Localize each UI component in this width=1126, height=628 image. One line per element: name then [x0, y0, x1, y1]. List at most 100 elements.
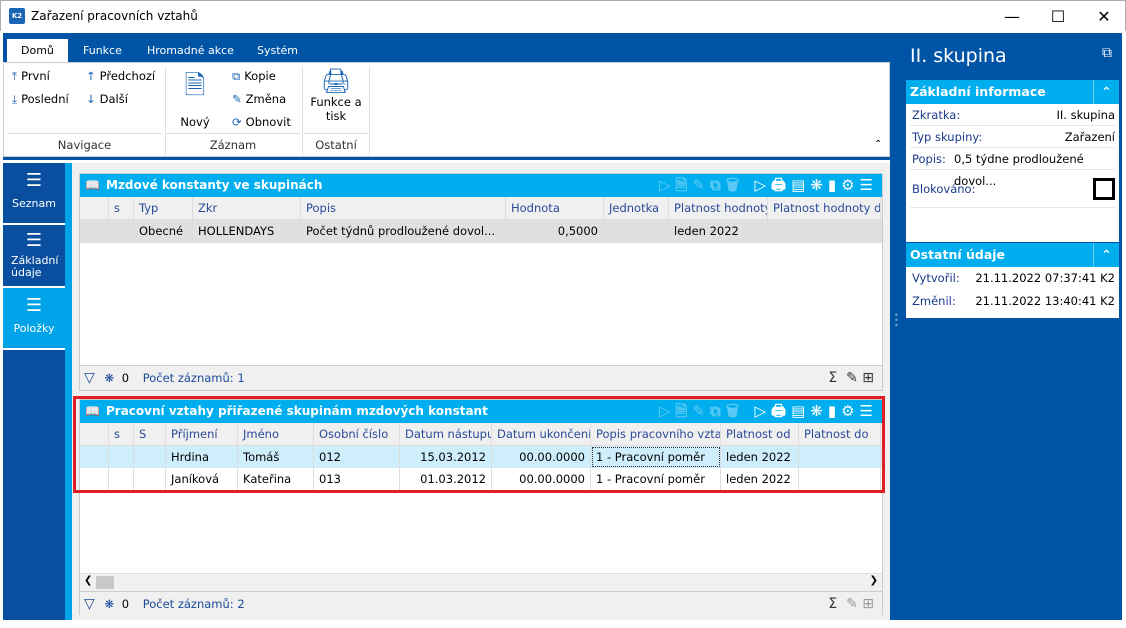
run-icon[interactable]: ▷: [755, 176, 772, 194]
chart-icon[interactable]: ▤: [791, 402, 810, 420]
cell: [109, 220, 134, 242]
column-header[interactable]: Hodnota: [506, 197, 604, 219]
field-label: Typ skupiny:: [912, 130, 983, 144]
scrollbar-thumb[interactable]: [96, 576, 114, 589]
grid1-toolbar: ▷🗎✎⧉🗑 ▷🖨▤❋▮⚙☰: [658, 176, 878, 194]
columns-icon[interactable]: ▮: [828, 176, 841, 194]
tab-funkce[interactable]: Funkce: [69, 39, 136, 62]
edit-button[interactable]: ✎ Změna: [232, 92, 286, 106]
filter-icon[interactable]: ▽: [84, 370, 95, 386]
column-header[interactable]: Popis pracovního vztahu: [591, 423, 721, 445]
splitter[interactable]: • • •: [890, 33, 902, 620]
chevron-up-icon[interactable]: ⌃: [1093, 243, 1119, 267]
grid2-column-headers: s S Příjmení Jméno Osobní číslo Datum nástupu…: [80, 423, 882, 446]
chevron-up-icon[interactable]: ⌃: [1093, 80, 1119, 104]
column-header[interactable]: Platnost hodnoty do: [768, 197, 881, 219]
left-nav: ☰ Seznam ☰ Základní údaje ☰ Položky: [3, 163, 65, 620]
minimize-button[interactable]: —: [989, 5, 1035, 29]
field-label: Zkratka:: [912, 108, 961, 122]
tab-hromadne-akce[interactable]: Hromadné akce: [133, 39, 248, 62]
table-row[interactable]: Obecné HOLLENDAYS Počet týdnů prodloužené …: [80, 220, 882, 243]
blocked-checkbox[interactable]: [1093, 178, 1115, 200]
cubes-icon[interactable]: ❋: [810, 402, 828, 420]
print-icon[interactable]: 🖨: [771, 402, 791, 420]
add-record-icon[interactable]: ⊞: [862, 596, 874, 612]
record-count: Počet záznamů: 1: [142, 371, 245, 385]
first-button[interactable]: ⤒ První: [12, 69, 50, 84]
cell: Janíková: [166, 468, 238, 490]
nav-item-seznam[interactable]: ☰ Seznam: [3, 163, 65, 225]
column-header[interactable]: Platnost od: [721, 423, 799, 445]
popout-icon[interactable]: ⧉: [1102, 45, 1112, 61]
horizontal-scrollbar[interactable]: ❮ ❯: [80, 573, 882, 591]
previous-button[interactable]: ↑ Předchozí: [86, 69, 155, 83]
menu-icon[interactable]: ☰: [860, 402, 878, 420]
sum-icon[interactable]: Σ: [828, 596, 837, 612]
marked-count: 0: [121, 597, 130, 611]
maximize-button[interactable]: ☐: [1035, 5, 1081, 29]
asterisk-icon[interactable]: ❋: [104, 371, 114, 385]
column-header[interactable]: Jméno: [238, 423, 314, 445]
table-row[interactable]: Janíková Kateřina 013 01.03.2012 00.00.0000 1…: [80, 468, 882, 491]
tab-system[interactable]: Systém: [243, 39, 312, 62]
run-icon[interactable]: ▷: [755, 402, 772, 420]
column-header[interactable]: s: [109, 197, 134, 219]
column-header[interactable]: Popis: [301, 197, 506, 219]
settings-icon[interactable]: ⚙: [841, 176, 859, 194]
column-header[interactable]: Jednotka: [604, 197, 669, 219]
column-header[interactable]: [80, 423, 109, 445]
settings-icon[interactable]: ⚙: [841, 402, 859, 420]
sum-icon[interactable]: Σ: [828, 370, 837, 386]
group-ostatni-label: Ostatní: [315, 138, 357, 152]
edit-icon[interactable]: ✎: [846, 596, 858, 612]
table-row[interactable]: Hrdina Tomáš 012 15.03.2012 00.00.0000 1 - Pr…: [80, 446, 882, 469]
cubes-icon[interactable]: ❋: [810, 176, 828, 194]
column-header[interactable]: Platnost hodnoty: [669, 197, 768, 219]
close-button[interactable]: ✕: [1081, 5, 1126, 29]
column-header[interactable]: Platnost do: [799, 423, 881, 445]
field-row: Typ skupiny: Zařazení: [910, 126, 1115, 148]
column-header[interactable]: [80, 197, 109, 219]
section-other-header[interactable]: Ostatní údaje ⌃: [906, 243, 1119, 267]
columns-icon[interactable]: ▮: [828, 402, 841, 420]
section-basic-header[interactable]: Základní informace ⌃: [906, 80, 1119, 104]
nav-item-zakladni-udaje[interactable]: ☰ Základní údaje: [3, 225, 65, 288]
print-icon[interactable]: 🖨: [771, 176, 791, 194]
bullet-list-icon: ☰: [25, 230, 43, 251]
functions-print-button[interactable]: 🖨 Funkce a tisk: [306, 67, 366, 123]
tab-domu[interactable]: Domů: [7, 39, 68, 62]
nav-item-polozky[interactable]: ☰ Položky: [3, 288, 65, 350]
edit-icon[interactable]: ✎: [846, 370, 858, 386]
field-value: 21.11.2022 13:40:41 K2: [975, 294, 1115, 308]
last-button[interactable]: ⤓ Poslední: [12, 92, 69, 107]
next-button[interactable]: ↓ Další: [86, 92, 128, 106]
cell: leden 2022: [721, 446, 799, 468]
field-row: Blokováno:: [910, 170, 1115, 208]
collapse-ribbon-icon[interactable]: ⌃: [874, 139, 882, 150]
new-button[interactable]: 🗎 Nový: [174, 67, 216, 129]
record-title: II. skupina: [910, 45, 1007, 67]
column-header[interactable]: Příjmení: [166, 423, 238, 445]
chart-icon[interactable]: ▤: [791, 176, 810, 194]
column-header[interactable]: Typ: [134, 197, 193, 219]
book-icon: 📖: [85, 178, 100, 192]
column-header[interactable]: S: [134, 423, 166, 445]
ribbon-body: ⤒ První ⤓ Poslední ↑ Předchozí ↓ Další Navig…: [3, 62, 890, 157]
grid-pracovni-vztahy: 📖 Pracovní vztahy přiřazené skupinám mzdo…: [79, 399, 883, 616]
arrow-bottom-icon: ⤓: [12, 92, 18, 106]
column-header[interactable]: Osobní číslo: [314, 423, 400, 445]
column-header[interactable]: Zkr: [193, 197, 301, 219]
add-record-icon[interactable]: ⊞: [862, 370, 874, 386]
column-header[interactable]: Datum ukončení: [492, 423, 591, 445]
copy-button[interactable]: ⧉ Kopie: [232, 69, 276, 84]
asterisk-icon[interactable]: ❋: [104, 597, 114, 611]
cell: leden 2022: [721, 468, 799, 490]
menu-icon[interactable]: ☰: [860, 176, 878, 194]
printer-icon: 🖨: [320, 67, 352, 95]
grid2-footer: ▽ ❋ 0 Počet záznamů: 2 Σ ✎ ⊞: [80, 591, 882, 616]
cell: [799, 468, 881, 490]
filter-icon[interactable]: ▽: [84, 596, 95, 612]
refresh-button[interactable]: ⟳ Obnovit: [232, 115, 291, 129]
column-header[interactable]: s: [109, 423, 134, 445]
column-header[interactable]: Datum nástupu: [400, 423, 492, 445]
